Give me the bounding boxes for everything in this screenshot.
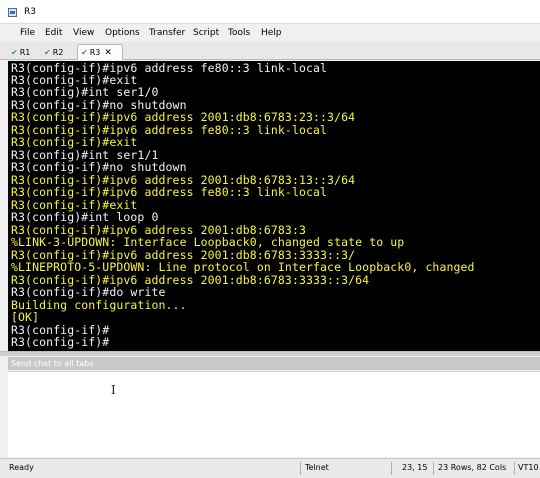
terminal-output[interactable]: R3(config-if)#ipv6 address fe80::3 link-… bbox=[8, 61, 540, 351]
terminal-line: R3(config-if)#ipv6 address 2001:db8:6783… bbox=[11, 110, 356, 124]
tab-r2[interactable]: ✔ R2 bbox=[43, 44, 73, 60]
tab-r3[interactable]: ✔ R3 ✕ bbox=[77, 44, 123, 60]
app-icon bbox=[8, 8, 17, 17]
terminal-line: [OK] bbox=[11, 310, 40, 324]
menu-transfer[interactable]: Transfer bbox=[149, 28, 185, 38]
menu-script[interactable]: Script bbox=[193, 28, 219, 38]
menu-edit[interactable]: Edit bbox=[45, 28, 62, 38]
status-bar: Ready Telnet 23, 15 23 Rows, 82 Cols VT1… bbox=[0, 458, 540, 478]
status-divider bbox=[391, 462, 392, 475]
pane-splitter[interactable] bbox=[0, 351, 540, 356]
status-cursor-position: 23, 15 bbox=[402, 463, 428, 472]
terminal-line: R3(config)#int loop 0 bbox=[11, 210, 159, 224]
chat-placeholder-label: Send chat to all tabs bbox=[11, 359, 94, 368]
text-cursor-icon: I bbox=[111, 383, 116, 397]
chat-header: Send chat to all tabs bbox=[8, 357, 540, 370]
terminal-line: %LINK-3-UPDOWN: Interface Loopback0, cha… bbox=[11, 235, 405, 249]
terminal-line: %LINEPROTO-5-UPDOWN: Line protocol on In… bbox=[11, 260, 475, 274]
terminal-line: R3(config-if)#no shutdown bbox=[11, 160, 187, 174]
menu-options[interactable]: Options bbox=[105, 28, 140, 38]
tab-r1[interactable]: ✔ R1 bbox=[10, 44, 40, 60]
status-divider bbox=[433, 462, 434, 475]
tab-label: R2 bbox=[52, 48, 64, 57]
status-divider bbox=[514, 462, 515, 475]
menu-tools[interactable]: Tools bbox=[228, 28, 250, 38]
tab-label: R1 bbox=[19, 48, 31, 57]
connected-check-icon: ✔ bbox=[11, 48, 18, 57]
title-bar: R3 bbox=[0, 0, 540, 24]
status-dimensions: 23 Rows, 82 Cols bbox=[438, 463, 507, 472]
session-tab-strip: ✔ R1 ✔ R2 ✔ R3 ✕ bbox=[0, 42, 540, 60]
terminal-line: R3(config)#int ser1/0 bbox=[11, 85, 159, 99]
menu-bar: File Edit View Options Transfer Script T… bbox=[0, 25, 540, 41]
connected-check-icon: ✔ bbox=[81, 48, 88, 57]
menu-help[interactable]: Help bbox=[261, 28, 282, 38]
menu-file[interactable]: File bbox=[20, 28, 35, 38]
terminal-line: R3(config-if)#ipv6 address fe80::3 link-… bbox=[11, 185, 328, 199]
terminal-line: R3(config-if)#do write bbox=[11, 285, 166, 299]
chat-input[interactable] bbox=[8, 371, 540, 457]
status-divider bbox=[300, 462, 301, 475]
status-state: Ready bbox=[9, 463, 34, 472]
terminal-line: R3(config-if)# bbox=[11, 335, 110, 349]
connected-check-icon: ✔ bbox=[44, 48, 51, 57]
status-protocol: Telnet bbox=[305, 463, 329, 472]
window-title: R3 bbox=[24, 7, 36, 17]
close-tab-icon[interactable]: ✕ bbox=[104, 48, 112, 58]
menu-view[interactable]: View bbox=[73, 28, 94, 38]
terminal-line: R3(config-if)#exit bbox=[11, 135, 138, 149]
tab-label: R3 bbox=[89, 48, 101, 57]
status-emulation: VT10 bbox=[518, 463, 539, 472]
